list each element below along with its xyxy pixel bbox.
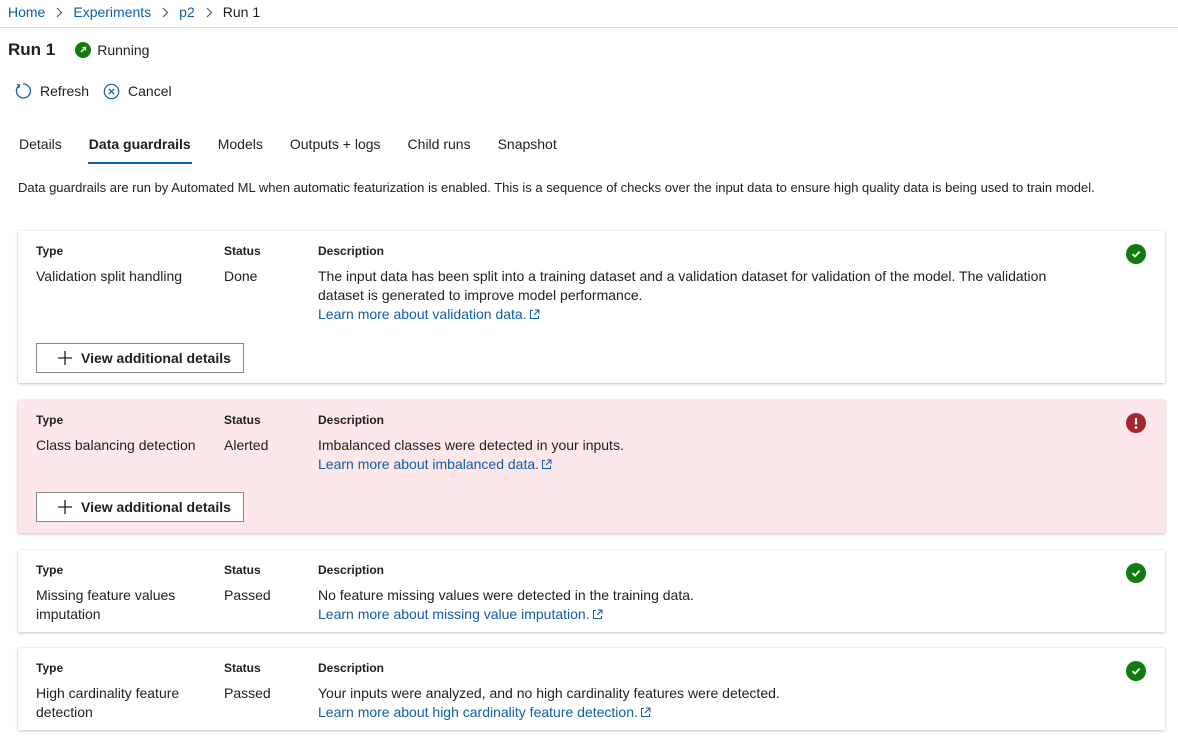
learn-more-link[interactable]: Learn more about missing value imputatio…: [318, 605, 603, 624]
description-text: The input data has been split into a tra…: [318, 268, 1047, 303]
guardrail-type: Class balancing detection: [36, 437, 196, 453]
type-header: Type: [36, 244, 64, 258]
check-circle-icon: [1126, 563, 1146, 583]
learn-more-label: Learn more about high cardinality featur…: [318, 704, 638, 720]
guardrail-status: Passed: [224, 587, 271, 603]
type-header: Type: [36, 563, 64, 577]
external-link-icon: [592, 609, 603, 619]
description-text: Imbalanced classes were detected in your…: [318, 437, 624, 453]
external-link-icon: [640, 707, 651, 717]
tab-outputs-logs[interactable]: Outputs + logs: [290, 134, 381, 164]
guardrail-description: Your inputs were analyzed, and no high c…: [318, 684, 1078, 722]
learn-more-link[interactable]: Learn more about imbalanced data.: [318, 455, 552, 474]
guardrail-card: Type Status Description Missing feature …: [18, 550, 1165, 632]
view-additional-details-button[interactable]: View additional details: [36, 492, 244, 522]
guardrail-description: Imbalanced classes were detected in your…: [318, 436, 1078, 474]
alert-circle-icon: [1126, 413, 1146, 433]
guardrail-status: Passed: [224, 685, 271, 701]
guardrail-status: Done: [224, 268, 258, 284]
description-text: No feature missing values were detected …: [318, 587, 694, 603]
cancel-button[interactable]: Cancel: [103, 83, 172, 100]
page-title: Run 1: [8, 40, 56, 59]
external-link-icon: [529, 309, 540, 319]
tab-data-guardrails[interactable]: Data guardrails: [87, 134, 192, 164]
guardrail-description: The input data has been split into a tra…: [318, 267, 1078, 324]
breadcrumb-current: Run 1: [222, 4, 261, 20]
external-link-icon: [542, 459, 552, 469]
chevron-right-icon: [205, 7, 213, 18]
guardrail-type: Missing feature values imputation: [36, 587, 176, 622]
header-divider: [0, 27, 1178, 28]
title-row: Run 1 Running: [8, 38, 149, 62]
description-header: Description: [318, 244, 385, 258]
breadcrumb-experiment-p2[interactable]: p2: [179, 4, 195, 20]
description-header: Description: [318, 413, 385, 427]
learn-more-label: Learn more about validation data.: [318, 306, 527, 322]
status-badge: Running: [75, 42, 149, 58]
status-header: Status: [224, 563, 261, 577]
tab-snapshot[interactable]: Snapshot: [498, 134, 557, 164]
guardrail-type: Validation split handling: [36, 268, 183, 284]
description-text: Your inputs were analyzed, and no high c…: [318, 685, 780, 701]
breadcrumb: Home Experiments p2 Run 1: [8, 3, 260, 21]
learn-more-link[interactable]: Learn more about validation data.: [318, 305, 540, 324]
chevron-right-icon: [55, 7, 63, 18]
button-label: View additional details: [81, 499, 231, 515]
refresh-button[interactable]: Refresh: [14, 82, 89, 100]
tab-child-runs[interactable]: Child runs: [408, 134, 471, 164]
guardrail-card: Type Status Description Validation split…: [18, 231, 1165, 383]
command-bar: Refresh Cancel: [14, 80, 186, 102]
view-additional-details-button[interactable]: View additional details: [36, 343, 244, 373]
guardrail-type: High cardinality feature detection: [36, 685, 180, 720]
tab-details[interactable]: Details: [19, 134, 62, 164]
cancel-label: Cancel: [128, 83, 172, 99]
breadcrumb-experiments[interactable]: Experiments: [73, 4, 151, 20]
status-header: Status: [224, 661, 261, 675]
chevron-right-icon: [161, 7, 169, 18]
type-header: Type: [36, 413, 64, 427]
running-status-icon: [75, 42, 92, 58]
guardrail-description: No feature missing values were detected …: [318, 586, 1078, 624]
tab-bar: Details Data guardrails Models Outputs +…: [19, 134, 584, 164]
tab-models[interactable]: Models: [218, 134, 263, 164]
guardrail-card: Type Status Description High cardinality…: [18, 648, 1165, 730]
refresh-label: Refresh: [40, 83, 90, 99]
description-header: Description: [318, 563, 385, 577]
description-header: Description: [318, 661, 385, 675]
plus-icon: [58, 500, 72, 514]
plus-icon: [58, 351, 72, 365]
cancel-icon: [103, 83, 120, 99]
check-circle-icon: [1126, 661, 1146, 681]
status-header: Status: [224, 413, 261, 427]
status-label: Running: [97, 42, 150, 58]
check-circle-icon: [1126, 244, 1146, 264]
learn-more-label: Learn more about imbalanced data.: [318, 456, 540, 472]
button-label: View additional details: [81, 350, 231, 366]
guardrail-status: Alerted: [224, 437, 269, 453]
refresh-icon: [15, 83, 32, 99]
type-header: Type: [36, 661, 64, 675]
learn-more-label: Learn more about missing value imputatio…: [318, 606, 590, 622]
learn-more-link[interactable]: Learn more about high cardinality featur…: [318, 703, 651, 722]
status-header: Status: [224, 244, 261, 258]
guardrail-card-alert: Type Status Description Class balancing …: [18, 400, 1165, 533]
breadcrumb-home[interactable]: Home: [8, 4, 45, 20]
guardrails-description: Data guardrails are run by Automated ML …: [18, 180, 1095, 195]
